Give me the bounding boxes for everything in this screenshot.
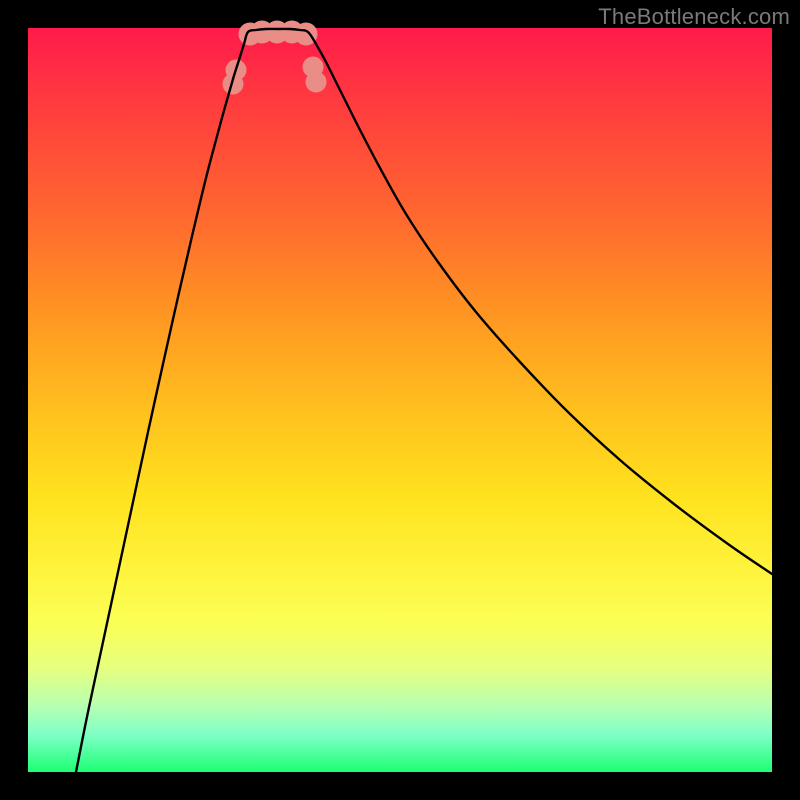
marker-group <box>223 21 326 94</box>
chart-svg <box>28 28 772 772</box>
watermark-text: TheBottleneck.com <box>598 4 790 30</box>
bottleneck-curve <box>76 29 772 772</box>
chart-frame: TheBottleneck.com <box>0 0 800 800</box>
highlight-marker <box>306 72 326 92</box>
plot-area <box>28 28 772 772</box>
